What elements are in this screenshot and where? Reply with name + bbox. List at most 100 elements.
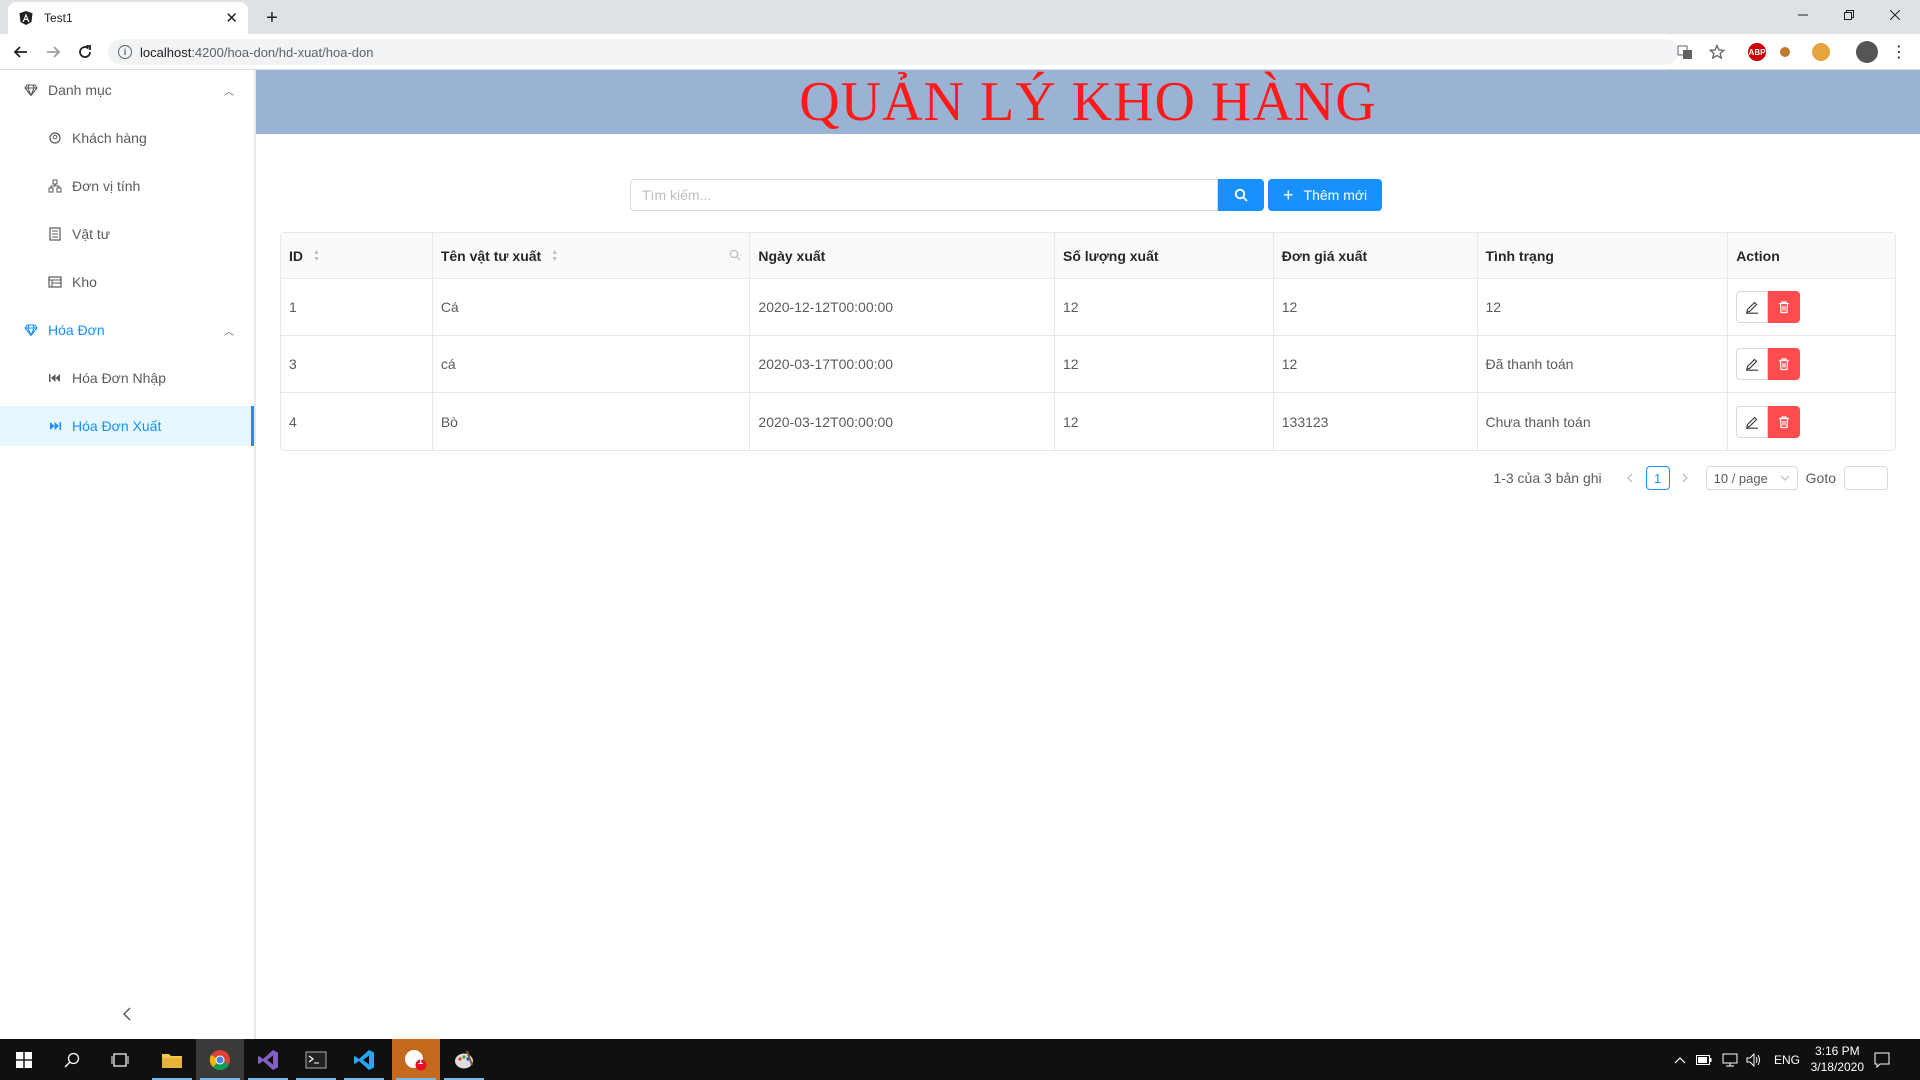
add-new-label: Thêm mới [1303,187,1368,203]
file-explorer-icon[interactable] [148,1039,196,1080]
angular-logo-icon [18,10,34,26]
site-info-icon[interactable]: i [118,45,132,59]
chat-app-icon[interactable]: 1 [392,1039,440,1080]
browser-tab-strip: Test1 ✕ + [0,0,1920,34]
sidebar-item-hoa-don-xuat[interactable]: Hóa Đơn Xuất [0,406,254,446]
profile-avatar[interactable] [1856,41,1878,63]
notification-badge: 1 [418,1056,424,1066]
sidebar-item-don-vi-tinh[interactable]: Đơn vị tính [0,166,254,206]
sidebar-item-label: Khách hàng [72,130,147,146]
new-tab-icon[interactable]: + [258,4,286,32]
vscode-icon[interactable] [340,1039,388,1080]
search-icon[interactable] [48,1039,96,1080]
reload-icon[interactable] [72,39,98,65]
battery-icon[interactable] [1696,1039,1712,1080]
edit-icon [1746,301,1759,314]
delete-button[interactable] [1768,405,1801,438]
column-header-label: Tên vật tư xuất [440,247,542,264]
edit-button[interactable] [1736,291,1769,323]
close-window-icon[interactable] [1872,0,1918,30]
cell-price: 12 [1274,279,1478,335]
cell-qty: 12 [1055,393,1274,450]
table-row: 4 Bò 2020-03-12T00:00:00 12 133123 Chưa … [281,393,1895,450]
diamond-icon [24,83,38,97]
sidebar-item-label: Hóa Đơn Xuất [72,418,162,434]
prev-page-icon[interactable] [1618,466,1642,490]
translate-icon[interactable] [1672,39,1698,65]
address-bar[interactable]: i localhost:4200/hoa-don/hd-xuat/hoa-don [108,39,1678,65]
forward-arrow-icon[interactable] [40,39,66,65]
cell-name: Bò [433,393,751,450]
sort-icon[interactable]: ▲ ▼ [551,249,558,263]
sidebar-item-vat-tu[interactable]: Vật tư [0,214,254,254]
adblock-extension-icon[interactable]: ABP [1748,43,1766,61]
page-title: QUẢN LÝ KHO HÀNG [799,71,1377,133]
table-row: 3 cá 2020-03-17T00:00:00 12 12 Đã thanh … [281,336,1895,393]
column-header-date: Ngày xuất [750,233,1056,278]
unit-icon [48,179,62,193]
cell-status: Chưa thanh toán [1478,393,1729,450]
trash-icon [1779,415,1790,428]
sidebar-collapse-icon[interactable] [0,999,254,1029]
terminal-icon[interactable] [292,1039,340,1080]
column-header-label: ID [289,247,303,264]
add-new-button[interactable]: + Thêm mới [1268,179,1383,211]
notifications-icon[interactable] [1874,1039,1890,1080]
page-number[interactable]: 1 [1645,466,1670,490]
search-input[interactable] [630,179,1218,211]
pagination: 1-3 của 3 bản ghi 1 10 / page Goto [1493,466,1888,490]
column-header-name[interactable]: Tên vật tư xuất ▲ ▼ [433,233,751,278]
column-header-action: Action [1728,233,1895,278]
network-icon[interactable] [1722,1039,1738,1080]
paint-icon[interactable] [440,1039,488,1080]
cell-qty: 12 [1055,279,1274,335]
cookie-extension-icon[interactable] [1812,43,1830,61]
close-tab-icon[interactable]: ✕ [225,9,238,27]
goto-input[interactable] [1844,466,1888,490]
edit-button[interactable] [1736,405,1769,438]
windows-start-icon[interactable] [0,1039,48,1080]
sidebar: Danh mục ︿ Khách hàng Đơn vị tính Vật tư… [0,70,256,1039]
goto-label: Goto [1805,470,1836,486]
filter-search-icon[interactable] [729,248,741,264]
extension-icon[interactable] [1780,47,1790,57]
cell-actions [1728,279,1895,335]
plus-icon: + [1283,185,1294,205]
sidebar-group-danh-muc[interactable]: Danh mục ︿ [0,70,254,110]
task-view-icon[interactable] [96,1039,144,1080]
edit-icon [1746,416,1759,429]
windows-taskbar: 1 ENG 3:16 PM 3/18/2020 [0,1039,1920,1080]
column-header-id[interactable]: ID ▲ ▼ [281,233,433,278]
sidebar-item-hoa-don-nhap[interactable]: Hóa Đơn Nhập [0,358,254,398]
search-button[interactable] [1218,179,1264,211]
sidebar-item-khach-hang[interactable]: Khách hàng [0,118,254,158]
restore-icon[interactable] [1826,0,1872,30]
delete-button[interactable] [1768,348,1801,380]
sidebar-group-hoa-don[interactable]: Hóa Đơn ︿ [0,310,254,350]
volume-icon[interactable] [1746,1039,1762,1080]
column-header-label: Tình trạng [1485,247,1554,264]
sidebar-group-label: Hóa Đơn [48,322,105,338]
warehouse-icon [48,275,62,289]
next-page-icon[interactable] [1674,466,1698,490]
language-indicator[interactable]: ENG [1774,1039,1800,1080]
clock[interactable]: 3:16 PM 3/18/2020 [1811,1043,1864,1075]
back-arrow-icon[interactable] [8,39,34,65]
bookmark-star-icon[interactable] [1704,39,1730,65]
edit-button[interactable] [1736,348,1769,380]
browser-tab[interactable]: Test1 ✕ [8,2,248,34]
sidebar-item-kho[interactable]: Kho [0,262,254,302]
sidebar-item-label: Kho [72,274,97,290]
url-host: localhost [140,44,192,60]
visual-studio-icon[interactable] [244,1039,292,1080]
sidebar-group-label: Danh mục [48,82,112,98]
delete-button[interactable] [1768,291,1801,323]
chrome-icon[interactable] [196,1039,244,1080]
tray-chevron-icon[interactable] [1674,1039,1686,1080]
page-size-select[interactable]: 10 / page [1705,466,1798,490]
minimize-icon[interactable] [1780,0,1826,30]
browser-tab-title: Test1 [44,11,73,25]
sort-icon[interactable]: ▲ ▼ [313,249,320,263]
forward-icon [48,419,62,433]
browser-menu-icon[interactable]: ⋮ [1886,39,1912,65]
